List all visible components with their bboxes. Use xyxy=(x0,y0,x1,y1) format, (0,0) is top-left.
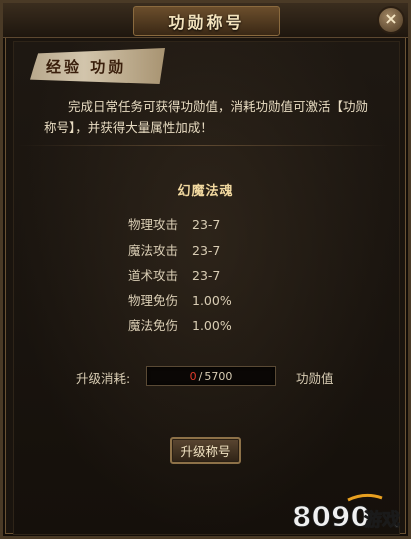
watermark-logo: 8090 游戏 xyxy=(292,493,400,534)
stat-value: 23-7 xyxy=(192,243,221,258)
upgrade-cost-label: 升级消耗: xyxy=(76,371,131,386)
stat-row: 魔法攻击 23-7 xyxy=(128,240,220,260)
svg-text:8090: 8090 xyxy=(292,500,370,533)
title-bar[interactable]: 功勋称号 xyxy=(3,3,408,38)
stat-label: 道术攻击 xyxy=(128,268,179,283)
stat-value: 1.00% xyxy=(192,293,232,308)
divider xyxy=(18,145,388,146)
upgrade-cost-unit: 功勋值 xyxy=(296,371,334,386)
close-icon[interactable]: × xyxy=(377,6,405,34)
cost-required: 5700 xyxy=(204,369,233,383)
stat-label: 魔法免伤 xyxy=(128,318,179,333)
stat-row: 物理攻击 23-7 xyxy=(128,214,220,234)
window-title: 功勋称号 xyxy=(168,13,245,32)
stat-value: 23-7 xyxy=(192,217,221,232)
cost-current: 0 xyxy=(189,369,197,383)
section-heading: 经验 功勋 xyxy=(46,58,127,76)
stat-label: 魔法攻击 xyxy=(128,243,179,258)
description-text: 完成日常任务可获得功勋值，消耗功勋值可激活【功勋称号】，并获得大量属性加成！ xyxy=(44,99,369,135)
current-title-name: 幻魔法魂 xyxy=(177,184,234,199)
upgrade-title-button[interactable]: 升级称号 xyxy=(170,437,241,464)
stat-label: 物理免伤 xyxy=(128,293,179,308)
stat-row: 物理免伤 1.00% xyxy=(128,290,232,310)
cost-separator: / xyxy=(198,369,203,383)
stat-value: 23-7 xyxy=(192,268,221,283)
stat-row: 道术攻击 23-7 xyxy=(128,265,220,285)
title-plate: 功勋称号 xyxy=(133,6,280,36)
stat-row: 魔法免伤 1.00% xyxy=(128,315,232,335)
stat-label: 物理攻击 xyxy=(128,217,179,232)
stat-value: 1.00% xyxy=(192,318,232,333)
svg-text:游戏: 游戏 xyxy=(364,509,400,531)
upgrade-cost-progress: 0 / 5700 xyxy=(146,366,276,386)
